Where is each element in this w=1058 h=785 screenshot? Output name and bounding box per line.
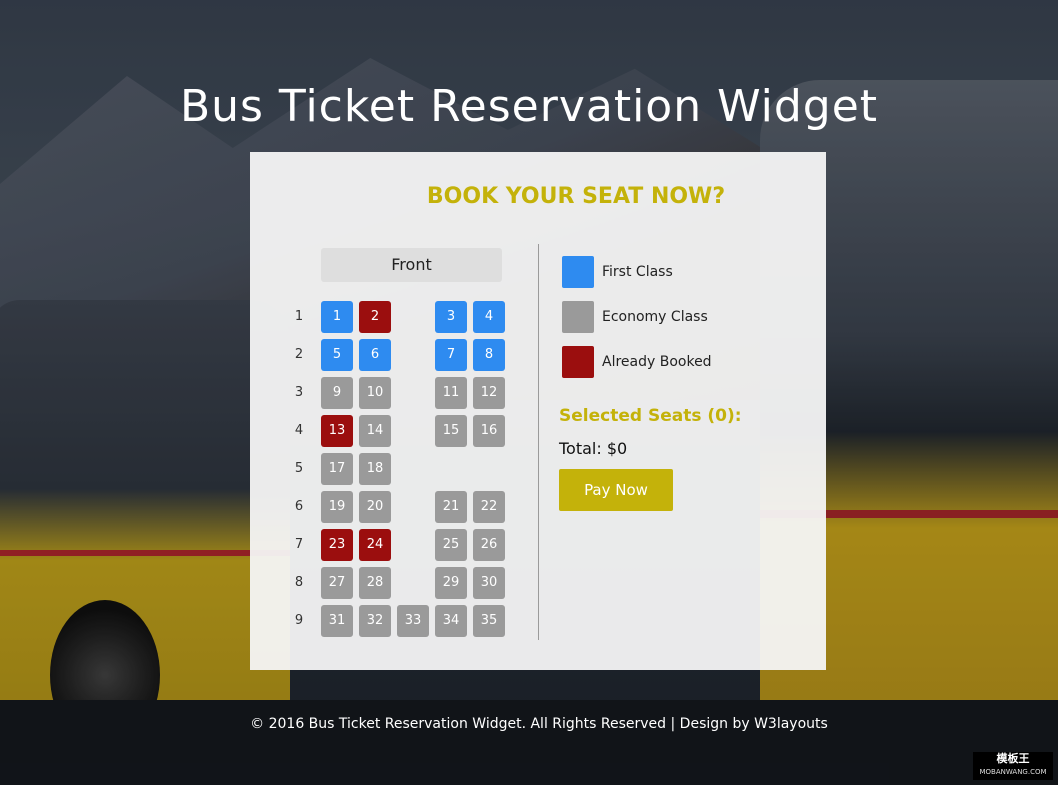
divider (538, 244, 539, 640)
seat-30[interactable]: 30 (473, 567, 505, 599)
seat-12[interactable]: 12 (473, 377, 505, 409)
row-number: 2 (294, 347, 304, 362)
seat-17[interactable]: 17 (321, 453, 353, 485)
seat-32[interactable]: 32 (359, 605, 391, 637)
legend-label: Economy Class (602, 309, 708, 325)
seat-5[interactable]: 5 (321, 339, 353, 371)
seat-16[interactable]: 16 (473, 415, 505, 447)
booking-card: BOOK YOUR SEAT NOW? Front 1 1 2 3 4 2 5 6 7 8 3 9 10… (250, 152, 826, 670)
row-number: 6 (294, 499, 304, 514)
row-number: 4 (294, 423, 304, 438)
legend-label: Already Booked (602, 354, 712, 370)
row-number: 3 (294, 385, 304, 400)
seat-8[interactable]: 8 (473, 339, 505, 371)
seat-29[interactable]: 29 (435, 567, 467, 599)
seat-10[interactable]: 10 (359, 377, 391, 409)
seat-23: 23 (321, 529, 353, 561)
page-title: Bus Ticket Reservation Widget (179, 81, 879, 133)
seat-27[interactable]: 27 (321, 567, 353, 599)
legend-swatch (562, 256, 594, 288)
front-label: Front (321, 248, 502, 282)
legend-swatch (562, 346, 594, 378)
pay-now-button[interactable]: Pay Now (559, 469, 673, 511)
row-number: 5 (294, 461, 304, 476)
seat-33[interactable]: 33 (397, 605, 429, 637)
seat-2: 2 (359, 301, 391, 333)
seat-19[interactable]: 19 (321, 491, 353, 523)
row-number: 7 (294, 537, 304, 552)
seat-11[interactable]: 11 (435, 377, 467, 409)
seat-35[interactable]: 35 (473, 605, 505, 637)
seat-34[interactable]: 34 (435, 605, 467, 637)
seat-4[interactable]: 4 (473, 301, 505, 333)
row-number: 8 (294, 575, 304, 590)
seat-20[interactable]: 20 (359, 491, 391, 523)
seat-14[interactable]: 14 (359, 415, 391, 447)
seat-3[interactable]: 3 (435, 301, 467, 333)
row-number: 9 (294, 613, 304, 628)
seat-7[interactable]: 7 (435, 339, 467, 371)
seat-9[interactable]: 9 (321, 377, 353, 409)
seat-22[interactable]: 22 (473, 491, 505, 523)
seat-6[interactable]: 6 (359, 339, 391, 371)
seat-25[interactable]: 25 (435, 529, 467, 561)
seat-1[interactable]: 1 (321, 301, 353, 333)
seat-18[interactable]: 18 (359, 453, 391, 485)
seat-28[interactable]: 28 (359, 567, 391, 599)
selected-seats-title: Selected Seats (0): (559, 406, 742, 426)
seat-13: 13 (321, 415, 353, 447)
seat-15[interactable]: 15 (435, 415, 467, 447)
legend-swatch (562, 301, 594, 333)
footer-copyright: © 2016 Bus Ticket Reservation Widget. Al… (250, 716, 828, 732)
seat-31[interactable]: 31 (321, 605, 353, 637)
card-heading: BOOK YOUR SEAT NOW? (426, 184, 726, 209)
row-number: 1 (294, 309, 304, 324)
total-price: Total: $0 (559, 439, 628, 458)
watermark-logo: 模板王 MOBANWANG.COM (973, 752, 1053, 780)
legend-label: First Class (602, 264, 673, 280)
seat-26[interactable]: 26 (473, 529, 505, 561)
seat-21[interactable]: 21 (435, 491, 467, 523)
seat-24: 24 (359, 529, 391, 561)
